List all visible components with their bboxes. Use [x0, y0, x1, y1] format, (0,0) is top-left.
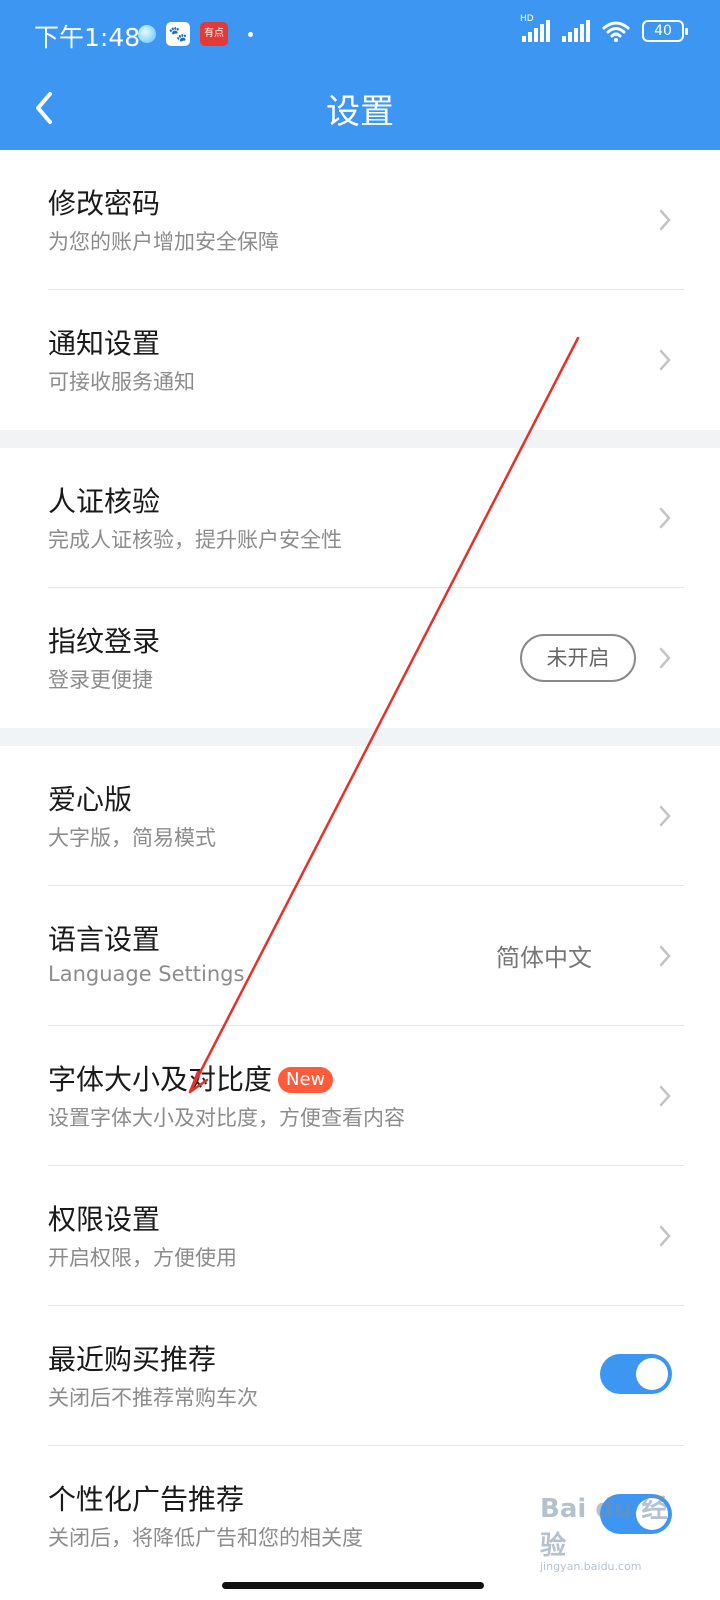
more-notifications-dot: [248, 31, 253, 37]
chevron-right-icon: [659, 945, 671, 967]
status-time: 下午1:48: [34, 23, 141, 52]
page-title: 设置: [326, 92, 394, 132]
item-subtitle: 为您的账户增加安全保障: [48, 230, 279, 254]
item-subtitle: 大字版，简易模式: [48, 826, 216, 850]
recent-purchase-toggle[interactable]: [600, 1354, 672, 1394]
group-divider: [0, 430, 720, 448]
item-subtitle: 可接收服务通知: [48, 370, 195, 394]
item-title: 爱心版: [48, 783, 133, 816]
wifi-icon: [602, 21, 630, 42]
item-subtitle: 开启权限，方便使用: [48, 1246, 237, 1270]
settings-item-font-size-contrast[interactable]: 字体大小及对比度 New 设置字体大小及对比度，方便查看内容: [48, 1026, 684, 1166]
settings-list: 修改密码 为您的账户增加安全保障 通知设置 可接收服务通知 人证核验 完成人证核…: [0, 150, 720, 1586]
item-subtitle: Language Settings: [48, 962, 245, 986]
home-indicator[interactable]: [222, 1582, 484, 1589]
language-value: 简体中文: [496, 944, 592, 972]
item-title: 语言设置: [48, 923, 161, 956]
status-right-icons: HD 40: [520, 14, 688, 42]
signal-icon: [562, 20, 590, 42]
item-title: 最近购买推荐: [48, 1343, 217, 1376]
settings-item-change-password[interactable]: 修改密码 为您的账户增加安全保障: [48, 150, 684, 290]
item-title: 人证核验: [48, 485, 161, 518]
watermark-url: jingyan.baidu.com: [540, 1560, 642, 1573]
fingerprint-status-pill[interactable]: 未开启: [520, 634, 636, 682]
item-title: 字体大小及对比度: [48, 1063, 273, 1096]
item-title: 修改密码: [48, 187, 161, 220]
app-bubble-icon: [138, 25, 156, 43]
item-subtitle: 完成人证核验，提升账户安全性: [48, 528, 342, 552]
watermark-brand: Bai du 经验: [540, 1494, 668, 1561]
group-divider: [0, 728, 720, 746]
signal-hd-icon: HD: [520, 14, 550, 42]
settings-item-recent-purchase-recommend: 最近购买推荐 关闭后不推荐常购车次: [48, 1306, 684, 1446]
notification-icons: 🐾 有点: [138, 22, 253, 46]
settings-item-notification[interactable]: 通知设置 可接收服务通知: [48, 290, 684, 430]
item-subtitle: 关闭后不推荐常购车次: [48, 1386, 258, 1410]
chevron-right-icon: [659, 805, 671, 827]
new-badge: New: [278, 1067, 334, 1093]
status-bar: 下午1:48 🐾 有点 HD 40: [0, 0, 720, 70]
chevron-right-icon: [659, 1085, 671, 1107]
settings-item-language[interactable]: 语言设置 Language Settings 简体中文: [48, 886, 684, 1026]
item-title-wrap: 字体大小及对比度 New: [48, 1058, 334, 1098]
chevron-right-icon: [659, 1225, 671, 1247]
item-subtitle: 登录更便捷: [48, 668, 153, 692]
item-title: 通知设置: [48, 327, 161, 360]
battery-icon: 40: [642, 20, 688, 42]
red-app-icon: 有点: [200, 22, 228, 46]
hd-label: HD: [520, 14, 534, 24]
settings-item-identity-verification[interactable]: 人证核验 完成人证核验，提升账户安全性: [48, 448, 684, 588]
toggle-knob: [636, 1358, 668, 1390]
item-subtitle: 设置字体大小及对比度，方便查看内容: [48, 1106, 405, 1130]
chevron-right-icon: [659, 209, 671, 231]
item-title: 指纹登录: [48, 625, 161, 658]
settings-item-care-mode[interactable]: 爱心版 大字版，简易模式: [48, 746, 684, 886]
chevron-right-icon: [659, 349, 671, 371]
settings-item-permissions[interactable]: 权限设置 开启权限，方便使用: [48, 1166, 684, 1306]
chevron-right-icon: [659, 507, 671, 529]
baidu-paw-icon: 🐾: [166, 22, 190, 46]
item-subtitle: 关闭后，将降低广告和您的相关度: [48, 1526, 363, 1550]
nav-bar: 设置: [0, 70, 720, 150]
settings-item-fingerprint-login[interactable]: 指纹登录 登录更便捷 未开启: [48, 588, 684, 728]
item-title: 个性化广告推荐: [48, 1483, 245, 1516]
baidu-watermark: Bai du 经验 jingyan.baidu.com: [540, 1488, 670, 1573]
chevron-right-icon: [659, 647, 671, 669]
item-title: 权限设置: [48, 1203, 161, 1236]
